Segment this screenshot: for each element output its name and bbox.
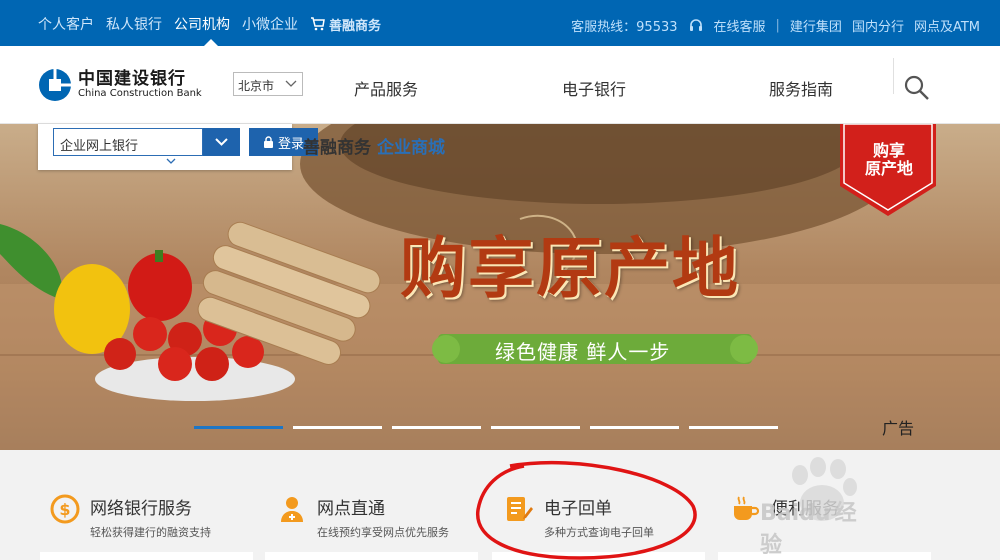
carousel-indicators xyxy=(194,426,778,429)
carousel-dot[interactable] xyxy=(491,426,580,429)
service-subtitle: 在线预约享受网点优先服务 xyxy=(317,526,449,539)
logo-english-name: China Construction Bank xyxy=(78,87,202,99)
lock-icon xyxy=(263,135,273,148)
carousel-dot[interactable] xyxy=(293,426,382,429)
chevron-down-icon xyxy=(215,138,228,146)
city-selector[interactable]: 北京市 xyxy=(233,72,303,96)
carousel-dot[interactable] xyxy=(392,426,481,429)
select-dropdown-button[interactable] xyxy=(203,128,240,156)
shanrong-label: 善融商务 xyxy=(329,18,382,34)
login-label: 登录 xyxy=(277,136,304,152)
service-title: 网点直通 xyxy=(317,499,385,519)
active-nav-caret xyxy=(204,39,218,46)
coffee-cup-icon xyxy=(734,496,760,520)
hotline: 客服热线：95533 xyxy=(571,20,678,35)
service-outlet-direct[interactable]: 网点直通 在线预约享受网点优先服务 xyxy=(277,494,449,540)
ad-label: 广告 xyxy=(882,419,915,438)
promo-shanrong: 善融商务 xyxy=(303,138,371,158)
header-divider xyxy=(893,58,894,94)
cart-icon xyxy=(311,17,325,31)
nav-corporate[interactable]: 公司机构 xyxy=(174,14,230,34)
menu-ebanking[interactable]: 电子银行 xyxy=(562,76,626,100)
city-value: 北京市 xyxy=(238,79,275,93)
menu-products[interactable]: 产品服务 xyxy=(354,76,418,100)
search-icon[interactable] xyxy=(903,74,931,102)
promo-enterprise-mall: 企业商城 xyxy=(377,138,445,158)
audience-nav: 个人客户 私人银行 公司机构 小微企业 善融商务 xyxy=(38,14,381,34)
login-panel: 企业网上银行 登录 xyxy=(38,124,318,170)
bank-type-select[interactable]: 企业网上银行 xyxy=(53,128,203,156)
logo-chinese-name: 中国建设银行 xyxy=(78,68,186,89)
chevron-down-icon xyxy=(285,80,297,87)
service-card-edge xyxy=(40,552,253,560)
service-title: 网络银行服务 xyxy=(90,499,192,519)
service-card-edge xyxy=(265,552,478,560)
expand-chevron-icon[interactable] xyxy=(166,157,176,165)
domestic-branches-link[interactable]: 国内分行 xyxy=(852,16,904,35)
ccb-logo[interactable]: 中国建设银行 China Construction Bank xyxy=(38,68,202,102)
baidu-watermark: Baidu 经验 xyxy=(760,455,860,558)
nav-small-business[interactable]: 小微企业 xyxy=(242,14,298,34)
promo-heading[interactable]: 善融商务 企业商城 xyxy=(303,133,445,158)
badge-line2: 原产地 xyxy=(864,159,913,179)
nav-private-banking[interactable]: 私人银行 xyxy=(106,14,162,34)
nav-personal[interactable]: 个人客户 xyxy=(38,14,94,34)
main-header: 中国建设银行 China Construction Bank 北京市 产品服务 … xyxy=(0,46,1000,124)
person-add-icon xyxy=(281,497,303,522)
outlets-atm-link[interactable]: 网点及ATM xyxy=(914,16,980,35)
bank-type-value: 企业网上银行 xyxy=(60,139,139,154)
top-navigation-bar: 个人客户 私人银行 公司机构 小微企业 善融商务 客服热线：95533 在线客服… xyxy=(0,0,1000,46)
headset-icon xyxy=(689,18,702,31)
annotation-oval xyxy=(476,460,697,560)
service-online-banking[interactable]: $ 网络银行服务 轻松获得建行的融资支持 xyxy=(50,494,211,540)
carousel-dot[interactable] xyxy=(590,426,679,429)
shanrong-link[interactable]: 善融商务 xyxy=(310,15,381,34)
badge-text: 购享 原产地 xyxy=(858,141,920,179)
banner-slogan: 绿色健康 鲜人一步 xyxy=(495,340,671,364)
ccb-logo-mark xyxy=(39,69,71,101)
divider: | xyxy=(775,18,780,33)
dollar-icon: $ xyxy=(50,494,80,524)
carousel-dot[interactable] xyxy=(689,426,778,429)
svg-text:$: $ xyxy=(59,500,70,519)
online-service-link[interactable]: 在线客服 xyxy=(714,16,766,35)
top-utility-links: 客服热线：95533 在线客服 | 建行集团 国内分行 网点及ATM xyxy=(571,16,980,35)
menu-service-guide[interactable]: 服务指南 xyxy=(769,76,833,100)
service-subtitle: 轻松获得建行的融资支持 xyxy=(90,526,211,539)
watermark-brand: Baidu xyxy=(760,501,831,526)
banner-headline: 购享原产地 xyxy=(400,229,740,307)
badge-line1: 购享 xyxy=(872,141,905,160)
ccb-group-link[interactable]: 建行集团 xyxy=(790,16,842,35)
carousel-dot[interactable] xyxy=(194,426,283,429)
